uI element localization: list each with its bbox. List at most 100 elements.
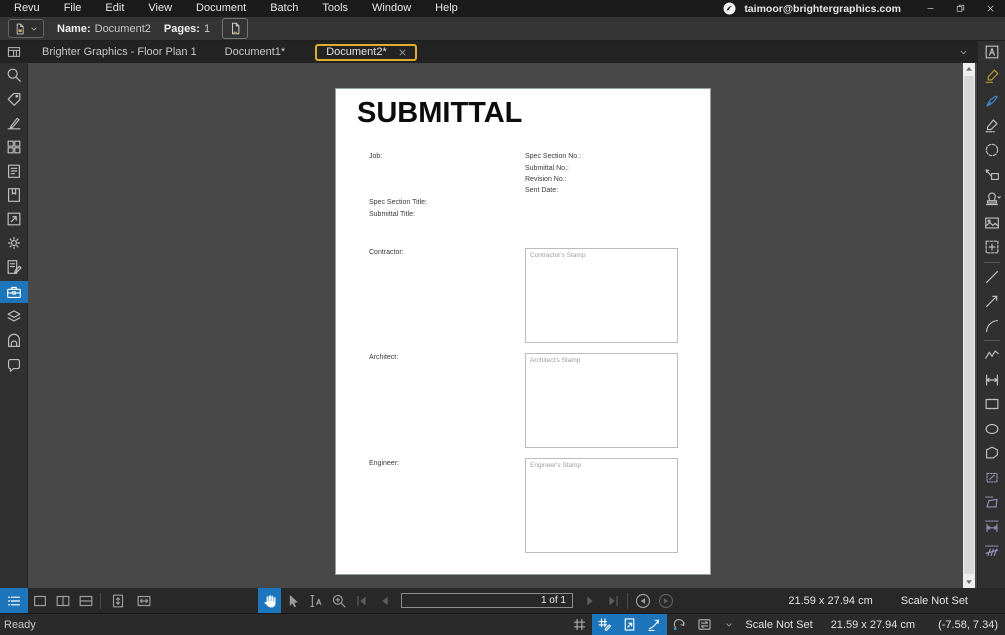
name-value: Document2	[94, 22, 151, 35]
line-icon[interactable]	[980, 267, 1004, 287]
page-title: SUBMITTAL	[357, 97, 523, 129]
engineer-stamp-box: Engineer's Stamp	[525, 458, 678, 553]
text-box-icon[interactable]	[980, 42, 1004, 62]
scale-dropdown-chevron[interactable]	[721, 614, 736, 635]
chevron-down-icon	[958, 47, 969, 58]
menu-revu[interactable]: Revu	[2, 0, 52, 17]
ellipse-icon[interactable]	[980, 419, 1004, 439]
restore-button[interactable]	[945, 0, 975, 17]
scale-not-set-label[interactable]: Scale Not Set	[745, 619, 812, 631]
zoom-icon[interactable]	[327, 588, 350, 613]
vertical-scrollbar[interactable]	[963, 63, 975, 588]
layers-icon[interactable]	[2, 307, 26, 327]
menu-batch[interactable]: Batch	[258, 0, 310, 17]
bottom-toolbar: 1 of 1 21.59 x 27.94 cm Scale Not Set	[0, 588, 1005, 613]
chevron-down-icon	[29, 24, 39, 34]
file-access-icon[interactable]	[2, 185, 26, 205]
rectangle-icon[interactable]	[980, 394, 1004, 414]
nav-last-icon	[601, 588, 624, 613]
image-icon[interactable]	[980, 213, 1004, 233]
document-selector-dropdown[interactable]	[8, 19, 44, 38]
bookmarks-icon[interactable]	[2, 161, 26, 181]
studio-icon[interactable]	[2, 331, 26, 351]
tab-overflow-chevron[interactable]	[958, 47, 969, 58]
scrollbar-thumb[interactable]	[964, 76, 974, 574]
split-vertical-icon[interactable]	[51, 588, 74, 613]
spaces-icon[interactable]	[2, 209, 26, 229]
contractor-label: Contractor:	[369, 249, 404, 256]
panel-divider	[983, 261, 1000, 263]
measure-area-icon[interactable]	[980, 467, 1004, 487]
text-select-icon[interactable]	[304, 588, 327, 613]
close-button[interactable]	[975, 0, 1005, 17]
pan-icon[interactable]	[258, 588, 281, 613]
measure-length-icon[interactable]	[980, 516, 1004, 536]
menu-window[interactable]: Window	[360, 0, 423, 17]
dimension-icon[interactable]	[980, 370, 1004, 390]
document-canvas[interactable]: SUBMITTAL Job: Spec Section No.: Submitt…	[28, 63, 977, 588]
stamp-icon[interactable]	[980, 188, 1004, 208]
cloud-icon[interactable]	[980, 140, 1004, 160]
document-tab-1[interactable]: Brighter Graphics - Floor Plan 1	[28, 41, 211, 63]
menu-help[interactable]: Help	[423, 0, 470, 17]
tab-access-button[interactable]	[0, 41, 28, 63]
menu-view[interactable]: View	[136, 0, 184, 17]
single-pane-icon[interactable]	[28, 588, 51, 613]
document-tab-2[interactable]: Document1*	[211, 41, 300, 63]
polyline-icon[interactable]	[980, 345, 1004, 365]
scale-status: Scale Not Set	[900, 594, 968, 607]
markup-list-icon[interactable]	[0, 588, 28, 613]
engineer-label: Engineer:	[369, 460, 399, 467]
fit-width-icon[interactable]	[132, 588, 155, 613]
eraser-icon[interactable]	[980, 115, 1004, 135]
thumbnails-icon[interactable]	[2, 137, 26, 157]
scroll-down-icon[interactable]	[963, 576, 975, 588]
minimize-button[interactable]	[915, 0, 945, 17]
previous-view-icon[interactable]	[631, 588, 654, 613]
split-horizontal-icon[interactable]	[74, 588, 97, 613]
snap-content-icon[interactable]	[617, 614, 643, 635]
callout-icon[interactable]	[980, 164, 1004, 184]
snap-markup-icon[interactable]	[642, 614, 668, 635]
tab-close-icon[interactable]	[397, 47, 408, 58]
document-property-bar: Name: Document2 Pages: 1	[0, 17, 1005, 41]
contractor-stamp-box: Contractor's Stamp	[525, 248, 678, 343]
pen-icon[interactable]	[980, 91, 1004, 111]
arrow-icon[interactable]	[980, 291, 1004, 311]
reuse-tool-icon[interactable]	[667, 614, 692, 635]
snapshot-icon[interactable]	[980, 237, 1004, 257]
sync-views-icon[interactable]	[692, 614, 717, 635]
status-page-dimensions: 21.59 x 27.94 cm	[830, 618, 916, 631]
highlighter-icon[interactable]	[980, 66, 1004, 86]
menu-file[interactable]: File	[52, 0, 94, 17]
next-view-icon	[654, 588, 677, 613]
measure-count-icon[interactable]	[980, 541, 1004, 561]
new-page-icon	[228, 21, 243, 36]
select-icon[interactable]	[281, 588, 304, 613]
search-icon[interactable]	[2, 65, 26, 85]
menu-tools[interactable]: Tools	[310, 0, 360, 17]
status-bar: Ready Scale Not Set 21.59 x 27.94 cm (-7…	[0, 613, 1005, 635]
links-icon[interactable]	[2, 355, 26, 375]
signature-icon[interactable]	[2, 113, 26, 133]
arc-icon[interactable]	[980, 316, 1004, 336]
document-tab-3[interactable]: Document2*	[315, 43, 417, 61]
snap-grid-icon[interactable]	[592, 614, 618, 635]
fit-page-icon[interactable]	[104, 588, 132, 613]
page-info-group: 21.59 x 27.94 cm Scale Not Set	[788, 595, 968, 607]
settings-icon[interactable]	[2, 233, 26, 253]
pdf-page[interactable]: SUBMITTAL Job: Spec Section No.: Submitt…	[335, 88, 711, 575]
menu-document[interactable]: Document	[184, 0, 258, 17]
status-right-group: Scale Not Set 21.59 x 27.94 cm (-7.58, 7…	[567, 614, 1005, 635]
grid-icon[interactable]	[567, 614, 592, 635]
page-indicator-input[interactable]: 1 of 1	[401, 593, 573, 608]
tool-chest-icon[interactable]	[0, 281, 28, 303]
markup-summary-icon[interactable]	[2, 257, 26, 277]
polygon-icon[interactable]	[980, 443, 1004, 463]
properties-icon[interactable]	[2, 89, 26, 109]
insert-page-button[interactable]	[222, 18, 249, 39]
job-label: Job:	[369, 153, 383, 160]
menu-edit[interactable]: Edit	[93, 0, 136, 17]
scroll-up-icon[interactable]	[963, 63, 975, 75]
measure-perimeter-icon[interactable]	[980, 492, 1004, 512]
